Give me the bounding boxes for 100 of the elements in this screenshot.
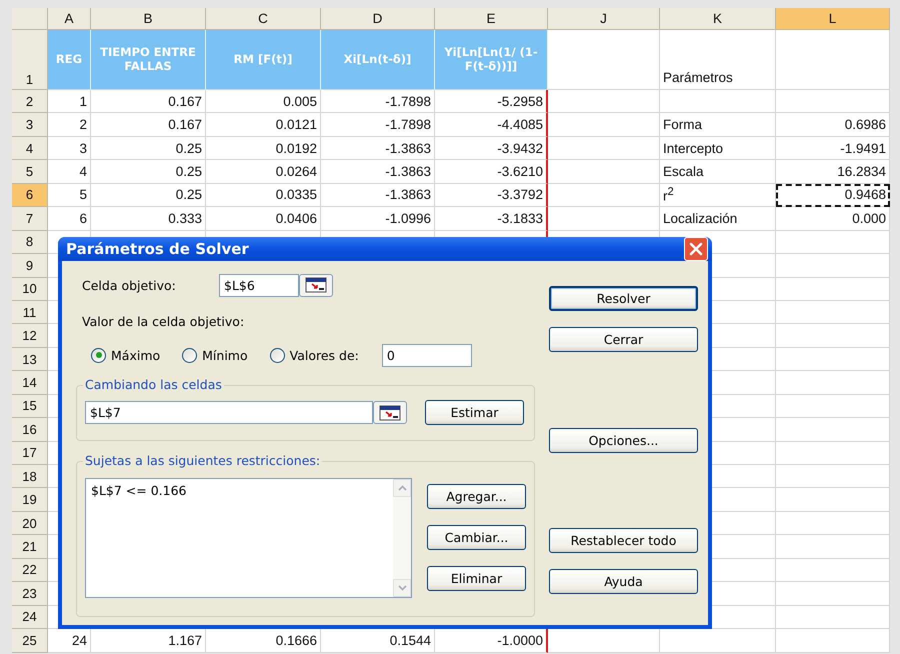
- constraint-button[interactable]: Eliminar: [427, 566, 526, 591]
- chevron-up-icon: [398, 485, 406, 491]
- column-header[interactable]: L: [776, 8, 890, 30]
- row-header[interactable]: 13: [12, 348, 48, 372]
- dialog-button[interactable]: Cerrar: [549, 327, 698, 352]
- row-header[interactable]: 11: [12, 300, 48, 324]
- group-legend: Sujetas a las siguientes restricciones:: [83, 453, 322, 468]
- range-select-button[interactable]: [299, 274, 333, 296]
- table-cell: 0.333: [91, 207, 206, 231]
- row-header[interactable]: 23: [12, 582, 48, 606]
- table-cell: 0.25: [91, 160, 206, 184]
- row-header[interactable]: 7: [12, 207, 48, 231]
- row-header[interactable]: 1: [12, 30, 48, 90]
- cell-text: Intercepto: [663, 140, 724, 156]
- row-header[interactable]: 8: [12, 230, 48, 254]
- cell-text: Escala: [663, 164, 704, 180]
- table-cell: -1.7898: [321, 113, 435, 137]
- table-cell: -4.4085: [435, 113, 548, 137]
- close-button[interactable]: [684, 237, 708, 261]
- table-cell: 6: [48, 207, 91, 231]
- table-cell: -3.3792: [435, 184, 548, 208]
- column-header[interactable]: K: [660, 8, 776, 30]
- row-header[interactable]: 25: [12, 629, 48, 652]
- row-header[interactable]: 19: [12, 488, 48, 512]
- table-cell: 1: [48, 90, 91, 114]
- table-cell: 0.0335: [206, 184, 321, 208]
- row-header[interactable]: 10: [12, 278, 48, 301]
- table-cell: -5.2958: [435, 90, 548, 114]
- dialog-button[interactable]: Resolver: [549, 286, 698, 311]
- dialog-button[interactable]: Ayuda: [549, 569, 698, 594]
- table-cell: -3.1833: [435, 207, 548, 231]
- cell-text: r$^{2}$: [663, 186, 674, 204]
- table-cell: 3: [48, 136, 91, 160]
- table-cell: 0.000: [776, 207, 890, 231]
- row-header[interactable]: 16: [12, 418, 48, 442]
- column-header[interactable]: D: [321, 8, 435, 30]
- table-cell: -3.6210: [435, 160, 548, 184]
- table-cell: 0.25: [91, 136, 206, 160]
- table-cell: 5: [48, 184, 91, 208]
- constraint-button[interactable]: Cambiar...: [427, 525, 526, 550]
- changing-cells-field[interactable]: $L$7: [85, 401, 373, 424]
- table-cell: -3.9432: [435, 136, 548, 160]
- table-cell: -1.3863: [321, 136, 435, 160]
- table-cell: 0.005: [206, 90, 321, 114]
- row-header[interactable]: 4: [12, 136, 48, 160]
- row-header[interactable]: 14: [12, 371, 48, 395]
- column-header[interactable]: C: [206, 8, 321, 30]
- range-select-icon: [305, 277, 327, 293]
- list-item[interactable]: $L$7 <= 0.166: [91, 483, 388, 498]
- column-header[interactable]: J: [548, 8, 660, 30]
- table-cell: -1.3863: [321, 184, 435, 208]
- column-header[interactable]: A: [48, 8, 91, 30]
- table-cell: 0.6986: [776, 113, 890, 137]
- scroll-down-button[interactable]: [393, 579, 411, 597]
- row-header[interactable]: 20: [12, 512, 48, 536]
- cell-text: Localización: [663, 210, 738, 226]
- range-select-button[interactable]: [373, 401, 407, 424]
- row-header[interactable]: 24: [12, 606, 48, 630]
- row-header[interactable]: 6: [12, 184, 48, 208]
- cell-text: Forma: [663, 117, 702, 132]
- row-header[interactable]: 3: [12, 113, 48, 137]
- column-header[interactable]: B: [91, 8, 206, 30]
- close-icon: [689, 242, 703, 256]
- radio-option[interactable]: Máximo: [91, 348, 160, 362]
- dialog-button[interactable]: Restablecer todo: [549, 528, 698, 553]
- dialog-button[interactable]: Opciones...: [549, 428, 698, 453]
- row-header[interactable]: 18: [12, 465, 48, 488]
- constraints-list[interactable]: $L$7 <= 0.166: [85, 478, 412, 598]
- row-header[interactable]: 22: [12, 558, 48, 582]
- column-header[interactable]: E: [435, 8, 548, 30]
- radio-option[interactable]: Mínimo: [182, 348, 248, 362]
- row-header[interactable]: 21: [12, 535, 48, 559]
- row-header[interactable]: 12: [12, 324, 48, 348]
- column-title-cell: Yi[Ln[Ln(1/ (1-F(t-δ))]]: [435, 30, 548, 90]
- radio-option[interactable]: Valores de:: [270, 348, 359, 362]
- column-title-cell: TIEMPO ENTRE FALLAS: [91, 30, 206, 90]
- estimate-button[interactable]: Estimar: [425, 400, 524, 425]
- table-cell: 0.0406: [206, 207, 321, 231]
- row-header[interactable]: 17: [12, 442, 48, 465]
- table-cell: -1.3863: [321, 160, 435, 184]
- table-cell: 2: [48, 113, 91, 137]
- row-header[interactable]: 5: [12, 160, 48, 184]
- row-header[interactable]: 15: [12, 394, 48, 418]
- table-cell: 0.0192: [206, 136, 321, 160]
- column-title-cell: RM [F(t)]: [206, 30, 321, 90]
- group-legend: Cambiando las celdas: [83, 377, 224, 392]
- scroll-up-button[interactable]: [393, 479, 411, 497]
- table-cell: 0.0264: [206, 160, 321, 184]
- row-header[interactable]: 9: [12, 254, 48, 278]
- window-title: Parámetros de Solver: [66, 240, 249, 258]
- target-cell-field[interactable]: $L$6: [219, 274, 299, 296]
- field-label: Celda objetivo:: [82, 278, 177, 292]
- table-cell: 0.0121: [206, 113, 321, 137]
- table-cell: -1.7898: [321, 90, 435, 114]
- value-field[interactable]: 0: [382, 344, 472, 366]
- constraint-button[interactable]: Agregar...: [427, 484, 526, 509]
- table-cell: 0.9468: [776, 184, 890, 208]
- column-title-cell: REG: [48, 30, 91, 90]
- row-header[interactable]: 2: [12, 90, 48, 114]
- table-cell: -1.9491: [776, 136, 890, 160]
